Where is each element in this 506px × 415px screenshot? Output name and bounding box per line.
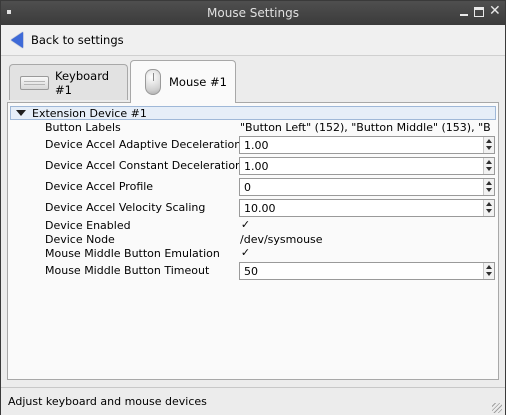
spin-up-icon[interactable] — [486, 202, 492, 206]
maximize-button[interactable] — [474, 7, 484, 17]
device-enabled-checkbox[interactable]: ✓ — [240, 219, 251, 231]
spinbox-value: 10.00 — [244, 202, 276, 215]
title-bar[interactable]: Mouse Settings ✕ — [1, 1, 505, 25]
minimize-button[interactable] — [458, 6, 470, 18]
properties-tree: Extension Device #1 — [10, 106, 496, 120]
back-arrow-icon — [11, 32, 23, 48]
toolbar: Back to settings — [1, 25, 505, 56]
spinbox-arrows — [483, 158, 494, 174]
back-button-label: Back to settings — [31, 33, 124, 47]
mouse-icon — [145, 69, 161, 95]
prop-name-middle-button-emulation: Mouse Middle Button Emulation — [45, 247, 220, 260]
close-button[interactable]: ✕ — [489, 4, 501, 18]
spin-up-icon[interactable] — [486, 265, 492, 269]
spin-up-icon[interactable] — [486, 181, 492, 185]
status-text: Adjust keyboard and mouse devices — [8, 395, 207, 408]
prop-name-button-labels: Button Labels — [45, 121, 121, 134]
spinbox-arrows — [483, 179, 494, 195]
prop-name-constant-deceleration: Device Accel Constant Deceleration — [45, 159, 243, 172]
prop-name-accel-profile: Device Accel Profile — [45, 180, 154, 193]
tab-keyboard-1[interactable]: Keyboard #1 — [9, 64, 128, 100]
prop-name-device-enabled: Device Enabled — [45, 219, 131, 232]
keyboard-icon — [20, 75, 49, 90]
middle-button-timeout-spinbox[interactable]: 50 — [239, 262, 495, 280]
tree-group-extension-device[interactable]: Extension Device #1 — [10, 106, 496, 120]
device-properties-panel: Extension Device #1 Button Labels "Butto… — [7, 102, 499, 380]
spinbox-value: 50 — [244, 265, 258, 278]
tab-keyboard-label: Keyboard #1 — [55, 68, 110, 97]
spin-down-icon[interactable] — [486, 167, 492, 171]
spinbox-value: 0 — [244, 181, 251, 194]
spinbox-arrows — [483, 200, 494, 216]
spin-up-icon[interactable] — [486, 139, 492, 143]
prop-name-velocity-scaling: Device Accel Velocity Scaling — [45, 201, 206, 214]
window-title: Mouse Settings — [207, 6, 299, 20]
tab-mouse-1[interactable]: Mouse #1 — [130, 60, 236, 103]
constant-deceleration-spinbox[interactable]: 1.00 — [239, 157, 495, 175]
spinbox-value: 1.00 — [244, 160, 269, 173]
spin-down-icon[interactable] — [486, 188, 492, 192]
spin-up-icon[interactable] — [486, 160, 492, 164]
status-bar: Adjust keyboard and mouse devices — [1, 387, 505, 415]
middle-button-emulation-checkbox[interactable]: ✓ — [240, 247, 251, 259]
group-label: Extension Device #1 — [32, 106, 147, 120]
prop-name-adaptive-deceleration: Device Accel Adaptive Deceleration — [45, 138, 242, 151]
spin-down-icon[interactable] — [486, 146, 492, 150]
spinbox-arrows — [483, 137, 494, 153]
prop-name-middle-button-timeout: Mouse Middle Button Timeout — [45, 264, 210, 277]
adaptive-deceleration-spinbox[interactable]: 1.00 — [239, 136, 495, 154]
expand-arrow-icon[interactable] — [16, 110, 26, 116]
prop-value-device-node: /dev/sysmouse — [240, 233, 323, 246]
spinbox-value: 1.00 — [244, 139, 269, 152]
mouse-settings-window: Mouse Settings ✕ Back to settings Keyboa… — [0, 0, 506, 415]
velocity-scaling-spinbox[interactable]: 10.00 — [239, 199, 495, 217]
spinbox-arrows — [483, 263, 494, 279]
spin-down-icon[interactable] — [486, 272, 492, 276]
tab-mouse-label: Mouse #1 — [169, 75, 227, 89]
back-to-settings-button[interactable]: Back to settings — [7, 28, 128, 52]
prop-name-device-node: Device Node — [45, 233, 115, 246]
prop-value-button-labels: "Button Left" (152), "Button Middle" (15… — [240, 121, 490, 134]
accel-profile-spinbox[interactable]: 0 — [239, 178, 495, 196]
spin-down-icon[interactable] — [486, 209, 492, 213]
resize-grip-icon[interactable] — [492, 403, 502, 413]
